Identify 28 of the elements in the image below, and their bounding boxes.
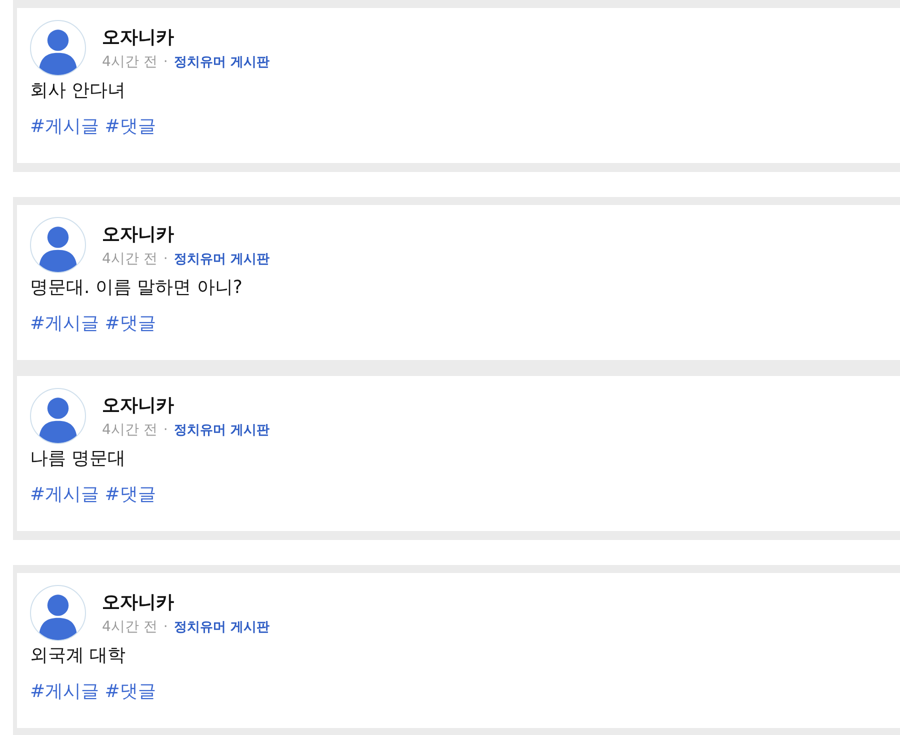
post-text: 회사 안다녀	[30, 79, 127, 102]
post-text: 나름 명문대	[30, 447, 127, 470]
board-link[interactable]: 정치유머 게시판	[174, 53, 270, 71]
separator-dot: ·	[163, 422, 168, 438]
separator-dot: ·	[163, 54, 168, 70]
post-time: 4시간 전	[102, 250, 158, 268]
board-link[interactable]: 정치유머 게시판	[174, 421, 270, 439]
avatar-icon	[30, 388, 86, 444]
tag-links[interactable]: #게시글 #댓글	[30, 311, 156, 335]
tag-links[interactable]: #게시글 #댓글	[30, 482, 156, 506]
post-text: 외국계 대학	[30, 644, 127, 667]
post-text: 명문대. 이름 말하면 아니?	[30, 276, 244, 299]
separator-dot: ·	[163, 251, 168, 267]
board-link[interactable]: 정치유머 게시판	[174, 618, 270, 636]
tag-links[interactable]: #게시글 #댓글	[30, 114, 156, 138]
tag-links[interactable]: #게시글 #댓글	[30, 679, 156, 703]
separator-dot: ·	[163, 619, 168, 635]
post-time: 4시간 전	[102, 421, 158, 439]
author-name[interactable]: 오자니카	[102, 222, 270, 246]
avatar-icon	[30, 20, 86, 76]
board-link[interactable]: 정치유머 게시판	[174, 250, 270, 268]
author-name[interactable]: 오자니카	[102, 393, 270, 417]
post-time: 4시간 전	[102, 618, 158, 636]
avatar-icon	[30, 585, 86, 641]
post-time: 4시간 전	[102, 53, 158, 71]
avatar-icon	[30, 217, 86, 273]
author-name[interactable]: 오자니카	[102, 590, 270, 614]
author-name[interactable]: 오자니카	[102, 25, 270, 49]
